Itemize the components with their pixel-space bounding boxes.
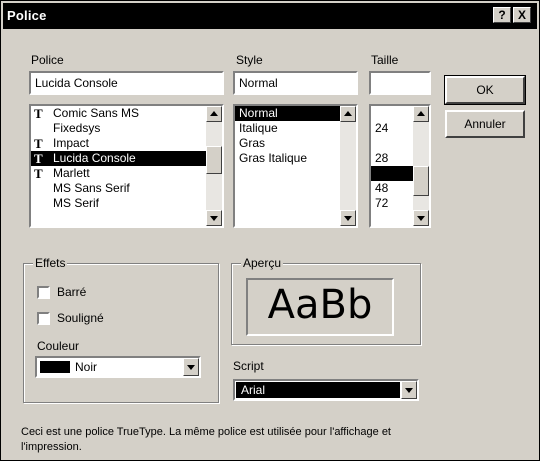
ok-button[interactable]: OK xyxy=(444,75,526,105)
cancel-button[interactable]: Annuler xyxy=(445,110,525,138)
size-list-item[interactable]: 48 xyxy=(371,181,413,196)
close-button[interactable]: X xyxy=(513,7,531,23)
arrow-down-icon xyxy=(344,216,352,221)
size-list-item[interactable]: 24 xyxy=(371,121,413,136)
list-item-label: Normal xyxy=(239,106,278,120)
scroll-down-button[interactable] xyxy=(413,210,429,226)
color-dropdown-button[interactable] xyxy=(183,358,199,376)
style-list-scrollbar[interactable] xyxy=(340,106,356,226)
color-swatch xyxy=(40,361,70,373)
sample-title: Aperçu xyxy=(241,256,284,270)
font-list-item[interactable]: Fixedsys xyxy=(31,121,206,136)
strikeout-checkbox[interactable] xyxy=(37,286,50,299)
scroll-up-button[interactable] xyxy=(413,106,429,122)
font-list-scrollbar[interactable] xyxy=(206,106,222,226)
size-list-item[interactable] xyxy=(371,166,413,181)
color-value: Noir xyxy=(75,360,98,374)
scroll-down-button[interactable] xyxy=(340,210,356,226)
font-list-item[interactable]: T Lucida Console xyxy=(31,151,206,166)
script-label: Script xyxy=(233,359,264,373)
truetype-icon: T xyxy=(34,151,43,166)
list-item-label: 24 xyxy=(375,121,389,135)
list-item-label: Marlett xyxy=(53,166,90,180)
chevron-down-icon xyxy=(187,365,195,370)
list-item-label: 48 xyxy=(375,181,389,195)
scroll-up-button[interactable] xyxy=(340,106,356,122)
font-list-item[interactable]: T Impact xyxy=(31,136,206,151)
list-item-label: Comic Sans MS xyxy=(53,106,140,120)
font-list-item[interactable]: T Comic Sans MS xyxy=(31,106,206,121)
style-list-item[interactable]: Italique xyxy=(235,121,340,136)
color-label: Couleur xyxy=(37,339,80,353)
truetype-icon: T xyxy=(34,106,43,121)
scroll-thumb[interactable] xyxy=(413,166,429,196)
help-button[interactable]: ? xyxy=(493,7,511,23)
list-item-label: Lucida Console xyxy=(53,151,136,165)
font-dialog: Police ? X Police Lucida Console T Comic … xyxy=(0,0,540,461)
arrow-up-icon xyxy=(344,111,352,116)
list-item-label: 72 xyxy=(375,196,389,210)
arrow-down-icon xyxy=(210,216,218,221)
size-list-item[interactable] xyxy=(371,106,413,121)
effects-group xyxy=(23,263,219,403)
size-label: Taille xyxy=(371,53,399,67)
list-item-label: 28 xyxy=(375,151,389,165)
effects-title: Effets xyxy=(33,256,68,270)
list-item-label: MS Sans Serif xyxy=(53,181,130,195)
size-input[interactable] xyxy=(369,71,431,95)
underline-label: Souligné xyxy=(57,311,104,325)
size-list-scrollbar[interactable] xyxy=(413,106,429,226)
scroll-up-button[interactable] xyxy=(206,106,222,122)
list-item-label: Impact xyxy=(53,136,90,150)
size-list-item[interactable]: 28 xyxy=(371,151,413,166)
list-item-label: Gras xyxy=(239,136,266,150)
list-item-label: Gras Italique xyxy=(239,151,308,165)
style-list-item[interactable]: Gras Italique xyxy=(235,151,340,166)
scroll-thumb[interactable] xyxy=(206,146,222,174)
script-select[interactable]: Arial xyxy=(233,379,419,401)
font-list-item[interactable]: MS Serif xyxy=(31,196,206,211)
style-input[interactable]: Normal xyxy=(233,71,358,95)
truetype-icon: T xyxy=(34,136,43,151)
color-select[interactable]: Noir xyxy=(35,356,201,378)
style-list-item[interactable]: Gras xyxy=(235,136,340,151)
underline-checkbox[interactable] xyxy=(37,312,50,325)
style-list-item[interactable]: Normal xyxy=(235,106,340,121)
style-label: Style xyxy=(236,53,263,67)
font-name-value: Lucida Console xyxy=(35,76,118,90)
window-title: Police xyxy=(7,8,47,23)
strikeout-label: Barré xyxy=(57,285,87,299)
font-label: Police xyxy=(31,53,64,67)
arrow-up-icon xyxy=(210,111,218,116)
list-item-label: MS Serif xyxy=(53,196,100,210)
size-list[interactable]: 24 28 48 72 xyxy=(369,104,431,228)
font-description: Ceci est une police TrueType. La même po… xyxy=(21,426,391,453)
style-list[interactable]: Normal Italique Gras Gras Italique xyxy=(233,104,358,228)
arrow-up-icon xyxy=(417,111,425,116)
size-list-item[interactable]: 72 xyxy=(371,196,413,211)
list-item-label: Fixedsys xyxy=(53,121,101,135)
script-dropdown-button[interactable] xyxy=(401,381,417,399)
title-bar: Police ? X xyxy=(3,3,537,29)
font-list-item[interactable]: MS Sans Serif xyxy=(31,181,206,196)
scroll-down-button[interactable] xyxy=(206,210,222,226)
font-name-input[interactable]: Lucida Console xyxy=(29,71,224,95)
style-value: Normal xyxy=(239,76,278,90)
sample-preview: AaBb xyxy=(246,278,394,336)
arrow-down-icon xyxy=(417,216,425,221)
truetype-icon: T xyxy=(34,166,43,181)
size-list-item[interactable] xyxy=(371,136,413,151)
font-list-item[interactable]: T Marlett xyxy=(31,166,206,181)
script-value: Arial xyxy=(241,383,266,397)
chevron-down-icon xyxy=(405,388,413,393)
list-item-label: Italique xyxy=(239,121,278,135)
font-list[interactable]: T Comic Sans MS Fixedsys T Impact T Lucida Con… xyxy=(29,104,224,228)
